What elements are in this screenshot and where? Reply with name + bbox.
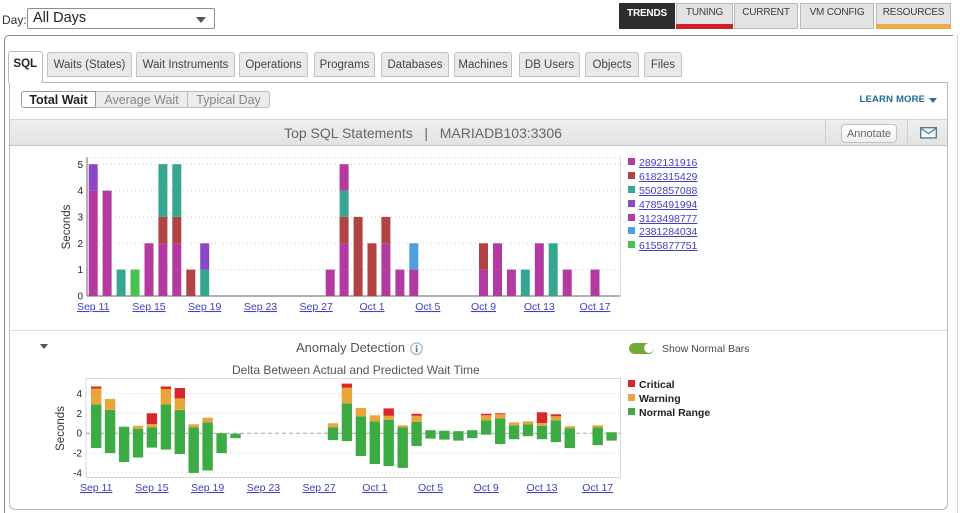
svg-text:Sep 27: Sep 27 (302, 482, 335, 494)
svg-text:Sep 15: Sep 15 (132, 301, 165, 313)
svg-text:Oct 5: Oct 5 (415, 301, 440, 313)
svg-text:Oct 17: Oct 17 (582, 482, 613, 494)
svg-text:1: 1 (77, 265, 83, 276)
svg-text:Oct 13: Oct 13 (527, 482, 558, 494)
svg-text:Seconds: Seconds (55, 406, 67, 451)
svg-text:Sep 19: Sep 19 (188, 301, 221, 313)
svg-text:Sep 11: Sep 11 (77, 301, 110, 313)
svg-text:Sep 27: Sep 27 (300, 301, 333, 313)
svg-text:2: 2 (77, 239, 83, 250)
svg-text:4: 4 (76, 389, 82, 400)
svg-text:Oct 9: Oct 9 (471, 301, 496, 313)
svg-text:Sep 19: Sep 19 (191, 482, 224, 494)
svg-text:Oct 5: Oct 5 (418, 482, 443, 494)
svg-text:Oct 1: Oct 1 (359, 301, 384, 313)
svg-text:Oct 1: Oct 1 (362, 482, 387, 494)
svg-text:Sep 23: Sep 23 (244, 301, 277, 313)
svg-text:Sep 23: Sep 23 (247, 482, 280, 494)
svg-text:-2: -2 (73, 449, 82, 460)
svg-text:Seconds: Seconds (61, 204, 73, 249)
svg-text:5: 5 (77, 160, 83, 171)
svg-text:Oct 13: Oct 13 (524, 301, 555, 313)
svg-text:Oct 17: Oct 17 (580, 301, 611, 313)
svg-text:0: 0 (76, 429, 82, 440)
svg-text:4: 4 (77, 186, 83, 197)
svg-text:Sep 15: Sep 15 (135, 482, 168, 494)
svg-text:2: 2 (76, 409, 82, 420)
svg-text:-4: -4 (73, 468, 82, 479)
svg-text:Sep 11: Sep 11 (80, 482, 113, 494)
svg-text:3: 3 (77, 212, 83, 223)
svg-text:Oct 9: Oct 9 (474, 482, 499, 494)
